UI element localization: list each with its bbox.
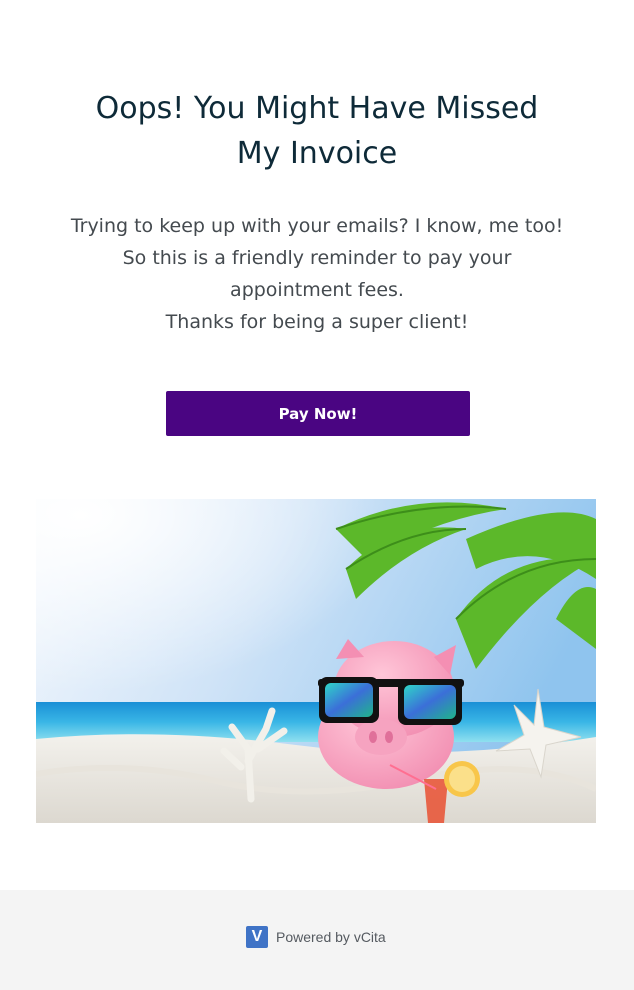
powered-by[interactable]: V Powered by vCita — [246, 926, 386, 948]
vcita-logo-letter: V — [251, 928, 263, 945]
powered-by-label[interactable]: Powered by vCita — [276, 929, 386, 945]
beach-piggy-bank-image — [36, 499, 596, 823]
message-line-1: Trying to keep up with your emails? I kn… — [70, 215, 564, 237]
reminder-message: Trying to keep up with your emails? I kn… — [60, 210, 574, 338]
pay-now-button[interactable]: Pay Now! — [166, 391, 470, 436]
vcita-logo-icon: V — [246, 926, 268, 948]
message-line-4: Thanks for being a super client! — [165, 311, 469, 333]
title-line-1: Oops! You Might Have Missed — [95, 91, 539, 126]
message-line-3: appointment fees. — [230, 279, 404, 301]
message-line-2: So this is a friendly reminder to pay yo… — [122, 247, 512, 269]
email-title: Oops! You Might Have Missed My Invoice — [0, 86, 634, 176]
title-line-2: My Invoice — [236, 136, 398, 171]
